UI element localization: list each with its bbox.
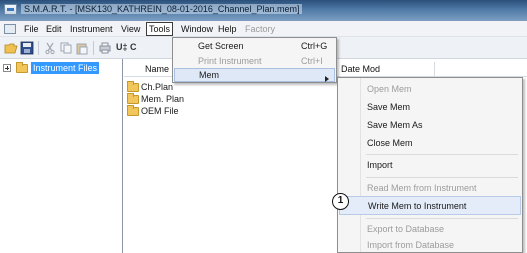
copy-icon[interactable] (59, 41, 73, 55)
save-icon[interactable] (20, 41, 34, 55)
tree-node-label[interactable]: Instrument Files (31, 62, 100, 74)
open-folder-icon[interactable] (4, 41, 18, 55)
menu-item-save-mem-as[interactable]: Save Mem As (339, 116, 521, 135)
paste-icon[interactable] (75, 41, 89, 55)
menu-item-print-instrument[interactable]: Print Instrument Ctrl+I (174, 54, 335, 68)
menu-view[interactable]: View (119, 23, 142, 35)
menu-bar: File Edit Instrument View Tools Window H… (0, 21, 527, 37)
folder-icon (127, 105, 139, 116)
menu-file[interactable]: File (22, 23, 41, 35)
menu-item-label: Write Mem to Instrument (368, 201, 467, 211)
mem-submenu: Open Mem Save Mem Save Mem As Close Mem … (337, 77, 523, 253)
folder-icon (16, 62, 28, 73)
menu-item-label: Save Mem (367, 102, 411, 112)
expand-icon[interactable] (3, 64, 11, 72)
system-menu-icon[interactable] (4, 24, 16, 34)
cut-icon[interactable] (43, 41, 57, 55)
toolbar-separator (38, 41, 39, 55)
menu-item-open-mem[interactable]: Open Mem (339, 80, 521, 99)
title-bar: S.M.A.R.T. - [MSK130_KATHREIN_08-01-2016… (0, 0, 527, 21)
menu-edit[interactable]: Edit (44, 23, 64, 35)
menu-separator (366, 154, 518, 155)
column-header-date-modified[interactable]: Date Mod (337, 62, 435, 77)
menu-item-label: Import (367, 160, 393, 170)
menu-item-label: Mem (199, 70, 219, 80)
menu-item-shortcut: Ctrl+I (301, 56, 323, 66)
submenu-arrow-icon (325, 76, 329, 82)
toolbar-separator (93, 41, 94, 55)
menu-instrument[interactable]: Instrument (68, 23, 115, 35)
menu-help[interactable]: Help (216, 23, 239, 35)
menu-item-close-mem[interactable]: Close Mem (339, 134, 521, 153)
list-item-label: Ch.Plan (141, 82, 174, 92)
menu-item-label: Close Mem (367, 138, 413, 148)
menu-item-save-mem[interactable]: Save Mem (339, 98, 521, 117)
units-toggle-button[interactable]: U‡ C (116, 42, 137, 52)
menu-item-shortcut: Ctrl+G (301, 41, 328, 51)
menu-item-label: Open Mem (367, 84, 412, 94)
menu-window[interactable]: Window (179, 23, 215, 35)
tools-menu-dropdown: Get Screen Ctrl+G Print Instrument Ctrl+… (172, 37, 337, 83)
instrument-tree-pane: Instrument Files (0, 59, 123, 253)
menu-item-label: Save Mem As (367, 120, 423, 130)
menu-separator (366, 218, 518, 219)
menu-item-import[interactable]: Import (339, 156, 521, 175)
step-number-badge: 1 (332, 193, 349, 210)
menu-item-import-from-database[interactable]: Import from Database (339, 236, 521, 253)
app-icon (4, 4, 17, 15)
menu-separator (366, 177, 518, 178)
print-icon[interactable] (98, 41, 112, 55)
menu-item-label: Import from Database (367, 240, 455, 250)
list-item-label: OEM File (141, 106, 179, 116)
folder-icon (127, 81, 139, 92)
menu-tools[interactable]: Tools (146, 22, 174, 36)
folder-icon (127, 93, 139, 104)
menu-item-get-screen[interactable]: Get Screen Ctrl+G (174, 39, 335, 53)
menu-item-write-mem-to-instrument[interactable]: Write Mem to Instrument (339, 196, 521, 215)
menu-factory[interactable]: Factory (243, 23, 277, 35)
menu-item-label: Print Instrument (198, 56, 262, 66)
window-title: S.M.A.R.T. - [MSK130_KATHREIN_08-01-2016… (21, 4, 303, 14)
menu-item-label: Get Screen (198, 41, 244, 51)
menu-item-mem[interactable]: Mem (174, 68, 335, 82)
list-item-label: Mem. Plan (141, 94, 185, 104)
